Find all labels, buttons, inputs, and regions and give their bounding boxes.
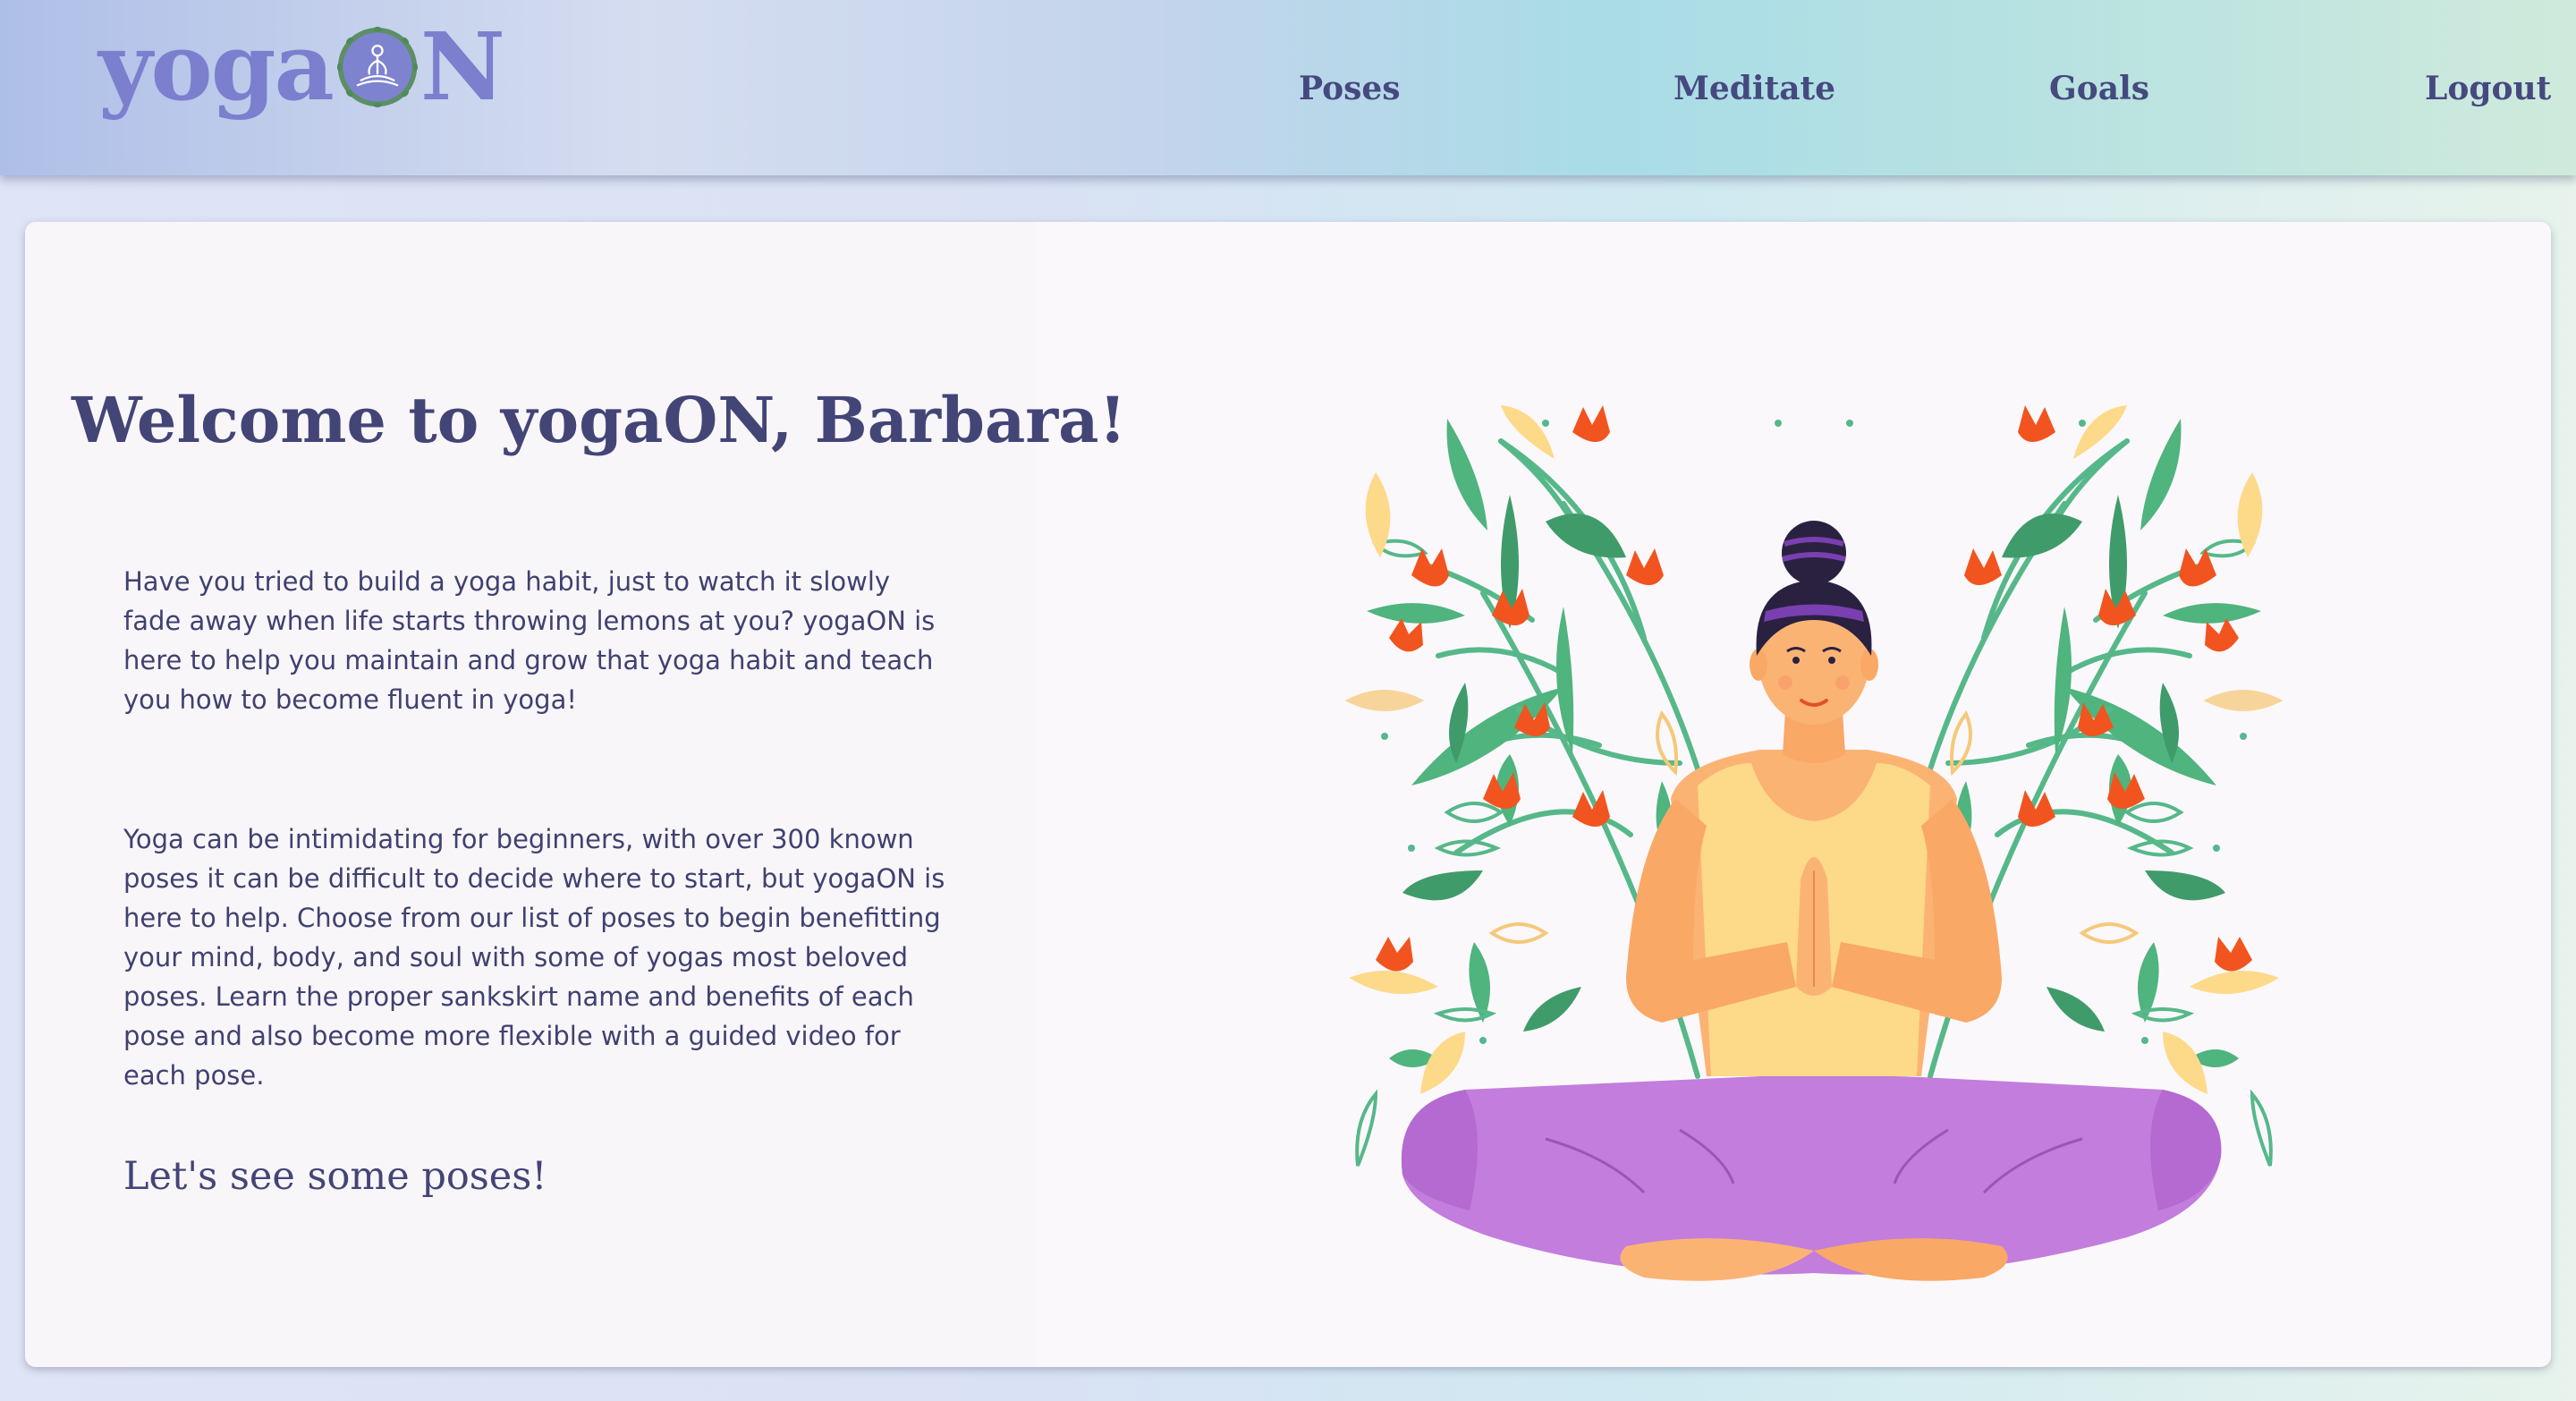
yogaon-logo[interactable]: yoga N <box>98 12 505 122</box>
logo-text-yoga: yoga <box>98 12 335 122</box>
welcome-heading: Welcome to yogaON, Barbara! <box>72 383 1127 457</box>
meditating-woman <box>1401 521 2222 1281</box>
top-navbar: yoga N Poses Meditate Goals Logout <box>0 0 2576 175</box>
nav-meditate[interactable]: Meditate <box>1674 70 1835 107</box>
logo-text-n: N <box>419 12 505 122</box>
intro-paragraph: Have you tried to build a yoga habit, ju… <box>123 566 936 715</box>
lotus-meditation-badge-icon <box>336 26 418 108</box>
meditating-woman-illustration <box>1344 405 2284 1281</box>
see-poses-link[interactable]: Let's see some poses! <box>123 1154 547 1199</box>
nav-poses[interactable]: Poses <box>1299 70 1401 107</box>
nav-logout[interactable]: Logout <box>2425 70 2551 107</box>
welcome-card: Welcome to yogaON, Barbara! Have you tri… <box>25 222 2551 1367</box>
beginner-paragraph: Yoga can be intimidating for beginners, … <box>123 824 945 1091</box>
nav-goals[interactable]: Goals <box>2049 70 2149 107</box>
left-leaves <box>1367 419 1673 1067</box>
